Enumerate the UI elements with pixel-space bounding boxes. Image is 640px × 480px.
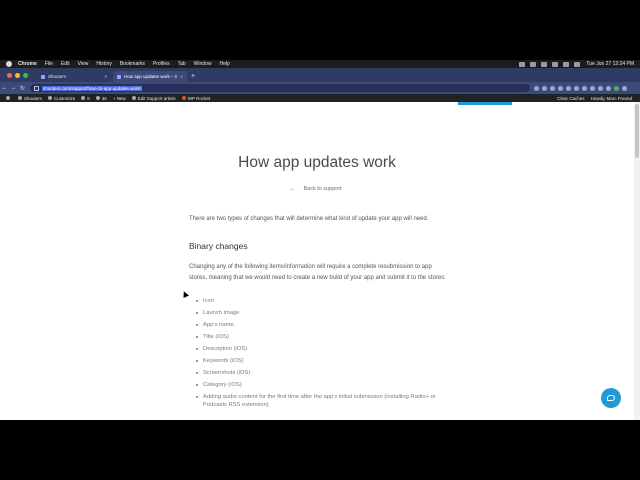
page-content: How app updates work ← Back to support T… [0,102,634,420]
home-icon [18,96,22,100]
section-heading: Binary changes [189,241,248,251]
zoom-window-icon[interactable] [23,72,28,78]
page-title: How app updates work [238,154,396,171]
back-label: Back to support [303,186,342,192]
wp-site-link[interactable]: Shoutem [18,96,42,101]
browser-tab-active[interactable]: How app updates work – Shou × [113,71,187,82]
page-scrollbar[interactable] [634,102,640,420]
new-tab-icon[interactable]: + [191,71,195,82]
wp-admin-right: Clear Caches Howdy, Marc Freund [551,96,632,101]
tab-title: How app updates work – Shou [124,74,178,79]
refresh-icon [95,96,100,100]
extension-icon[interactable] [590,85,595,91]
extension-icon[interactable] [542,85,547,91]
profile-avatar-icon[interactable] [614,85,619,91]
extension-icon[interactable] [606,85,611,91]
menu-help[interactable]: Help [219,60,229,68]
comment-icon [81,96,86,100]
list-item: Keywords (iOS) [196,357,456,365]
brush-icon [48,96,53,100]
intro-paragraph: There are two types of changes that will… [189,216,429,222]
wp-rocket-link[interactable]: WP Rocket [181,96,210,101]
control-center-icon[interactable] [574,61,581,67]
back-to-support-link[interactable]: ← Back to support [290,186,342,192]
list-item: Category (iOS) [196,381,456,389]
menu-kebab-icon[interactable] [622,85,627,91]
list-item: Adding audio content for the first time … [196,393,456,409]
browser-tab-bar: Shoutem × How app updates work – Shou × … [0,68,640,82]
pencil-icon [131,96,136,100]
binary-changes-list: Icon Launch image App’s name, Title (iOS… [196,297,456,413]
apple-icon[interactable] [6,61,12,67]
wp-comments-link[interactable]: 6 [81,96,90,101]
chat-widget-button[interactable] [601,388,621,408]
status-icon[interactable] [519,61,526,67]
menu-bookmarks[interactable]: Bookmarks [120,60,145,68]
rocket-icon [181,96,186,100]
howdy-user-link[interactable]: Howdy, Marc Freund [591,96,632,101]
back-icon[interactable]: ← [0,85,9,91]
menu-window[interactable]: Window [194,60,212,68]
clear-caches-link[interactable]: Clear Caches [557,96,584,101]
header-button[interactable] [458,102,512,105]
forward-icon[interactable]: → [9,85,18,91]
screen: Chrome File Edit View History Bookmarks … [0,60,640,420]
status-icon[interactable] [530,61,537,67]
scrollbar-thumb[interactable] [635,104,639,158]
extension-icon[interactable] [550,85,555,91]
extension-icon[interactable] [566,85,571,91]
menu-file[interactable]: File [45,60,53,68]
list-item: Screenshots (iOS) [196,369,456,377]
extensions-area [534,85,630,91]
wp-admin-bar: Shoutem Customize 6 36 + New Edit Suppor… [0,94,640,102]
chat-bubble-icon [607,395,615,401]
list-item: App’s name, [196,321,456,329]
menu-view[interactable]: View [78,60,89,68]
extension-icon[interactable] [574,85,579,91]
menu-app-name[interactable]: Chrome [18,60,37,68]
menu-history[interactable]: History [96,60,112,68]
tab-title: Shoutem [48,74,67,79]
extension-icon[interactable] [558,85,563,91]
status-icon[interactable] [541,61,548,67]
close-window-icon[interactable] [7,72,12,78]
window-controls [7,68,31,82]
wp-new-link[interactable]: + New [113,96,126,101]
extension-icon[interactable] [598,85,603,91]
body-paragraph: Changing any of the following items/info… [189,264,446,281]
wp-updates-link[interactable]: 36 [95,96,107,101]
menu-edit[interactable]: Edit [61,60,70,68]
extension-icon[interactable] [534,85,539,91]
address-url[interactable]: shoutem.com/support/how-do-app-updates-w… [42,85,143,91]
browser-toolbar: ← → ↻ shoutem.com/support/how-do-app-upd… [0,82,640,94]
minimize-window-icon[interactable] [15,72,20,78]
favicon-icon [41,74,45,79]
menu-tab[interactable]: Tab [178,60,186,68]
wp-edit-link[interactable]: Edit Support article [131,96,176,101]
search-icon[interactable] [563,61,570,67]
wifi-icon[interactable] [552,61,559,67]
favicon-icon [117,74,121,79]
mac-menu-bar: Chrome File Edit View History Bookmarks … [0,60,640,68]
list-item: Description (iOS) [196,345,456,353]
list-item: Icon [196,297,456,305]
close-tab-icon[interactable]: × [180,74,183,79]
reload-icon[interactable]: ↻ [18,85,27,92]
browser-tab[interactable]: Shoutem × [37,71,111,82]
arrow-left-icon: ← [290,186,296,192]
list-item: Title (iOS) [196,333,456,341]
menu-profiles[interactable]: Profiles [153,60,170,68]
extension-icon[interactable] [582,85,587,91]
close-tab-icon[interactable]: × [104,74,107,79]
menubar-status-area: Tue Jun 27 12:24 PM [514,60,634,68]
lock-icon[interactable] [34,85,39,91]
list-item: Launch image [196,309,456,317]
wp-customize-link[interactable]: Customize [48,96,75,101]
menubar-clock[interactable]: Tue Jun 27 12:24 PM [586,60,634,68]
address-bar[interactable]: shoutem.com/support/how-do-app-updates-w… [30,84,530,92]
wp-logo-icon[interactable] [6,96,12,100]
mouse-cursor-icon [181,290,189,298]
